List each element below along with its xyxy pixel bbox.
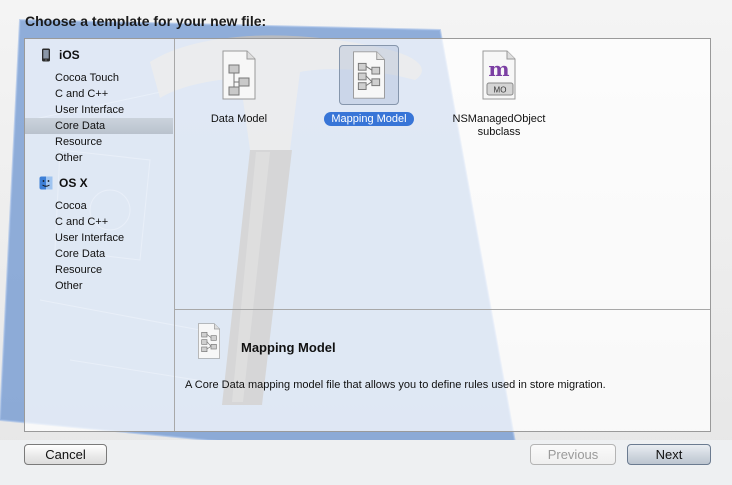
data-model-document-icon (222, 50, 256, 100)
template-thumb: m MO (469, 45, 529, 105)
mapping-model-document-icon (353, 51, 385, 99)
sidebar-item-core-data[interactable]: Core Data (25, 246, 173, 262)
sidebar-item-cocoa-touch[interactable]: Cocoa Touch (25, 70, 173, 86)
mapping-model-document-icon (198, 323, 220, 359)
template-label: Data Model (210, 113, 268, 125)
platform-sidebar: iOS Cocoa Touch C and C++ User Interface… (25, 39, 175, 431)
sidebar-item-user-interface[interactable]: User Interface (25, 102, 173, 118)
managed-object-glyph: m (488, 57, 509, 81)
sidebar-item-core-data[interactable]: Core Data (25, 118, 173, 134)
mac-finder-icon (39, 176, 53, 190)
description-text: A Core Data mapping model file that allo… (185, 379, 606, 391)
previous-button[interactable]: Previous (530, 444, 616, 465)
sidebar-group-osx: OS X (39, 176, 88, 190)
sidebar-item-other[interactable]: Other (25, 278, 173, 294)
sidebar-item-resource[interactable]: Resource (25, 262, 173, 278)
sidebar-item-other[interactable]: Other (25, 150, 173, 166)
sidebar-item-cocoa[interactable]: Cocoa (25, 198, 173, 214)
sidebar-item-resource[interactable]: Resource (25, 134, 173, 150)
template-thumb (339, 45, 399, 105)
background-code-strip (0, 440, 732, 485)
template-thumb (209, 45, 269, 105)
sidebar-item-user-interface[interactable]: User Interface (25, 230, 173, 246)
sidebar-group-label: iOS (59, 48, 80, 62)
template-grid: Data Model Mapping Model m MO NSManagedO… (175, 39, 710, 309)
next-button[interactable]: Next (627, 444, 711, 465)
template-chooser-panel: iOS Cocoa Touch C and C++ User Interface… (24, 38, 711, 432)
managed-object-source-icon: m MO (482, 50, 516, 100)
ios-device-icon (42, 48, 50, 62)
template-label: NSManagedObject subclass (452, 113, 546, 138)
dialog-title: Choose a template for your new file: (25, 13, 267, 29)
sidebar-group-ios: iOS (39, 48, 80, 62)
template-description: Mapping Model A Core Data mapping model … (175, 309, 710, 431)
sidebar-item-c-and-cpp[interactable]: C and C++ (25, 86, 173, 102)
template-mapping-model[interactable]: Mapping Model (313, 45, 425, 145)
template-label: Mapping Model (313, 112, 425, 126)
description-title: Mapping Model (241, 340, 336, 355)
sidebar-item-c-and-cpp[interactable]: C and C++ (25, 214, 173, 230)
template-data-model[interactable]: Data Model (195, 45, 283, 145)
sidebar-group-label: OS X (59, 176, 88, 190)
cancel-button[interactable]: Cancel (24, 444, 107, 465)
managed-object-badge: MO (494, 86, 507, 95)
template-nsmanagedobject-subclass[interactable]: m MO NSManagedObject subclass (447, 45, 551, 155)
